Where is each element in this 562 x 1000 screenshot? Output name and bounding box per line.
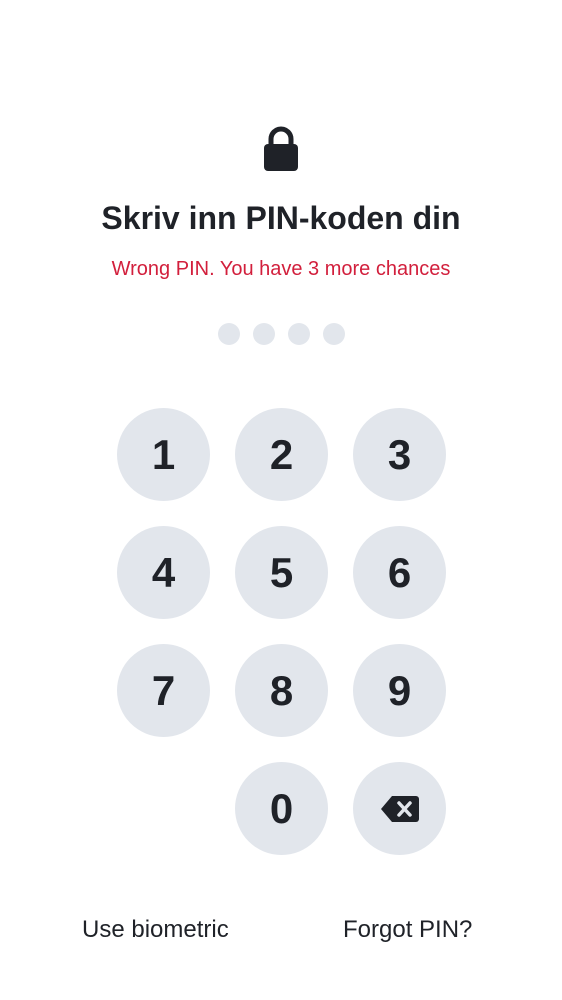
pin-indicator [0, 323, 562, 345]
pin-dot [252, 323, 275, 345]
key-9[interactable]: 9 [353, 644, 446, 737]
key-2[interactable]: 2 [235, 408, 328, 501]
key-5[interactable]: 5 [235, 526, 328, 619]
key-1[interactable]: 1 [117, 408, 210, 501]
key-8[interactable]: 8 [235, 644, 328, 737]
page-title: Skriv inn PIN-koden din [101, 200, 461, 236]
pin-dot [217, 323, 240, 345]
key-7[interactable]: 7 [117, 644, 210, 737]
key-6[interactable]: 6 [353, 526, 446, 619]
pin-dot [287, 323, 310, 345]
backspace-icon [380, 795, 419, 822]
key-4[interactable]: 4 [117, 526, 210, 619]
lock-icon [264, 126, 298, 171]
key-3[interactable]: 3 [353, 408, 446, 501]
use-biometric-link[interactable]: Use biometric [82, 916, 229, 944]
error-message: Wrong PIN. You have 3 more chances [111, 258, 451, 280]
key-0[interactable]: 0 [235, 762, 328, 855]
forgot-pin-link[interactable]: Forgot PIN? [343, 916, 472, 944]
pin-dot [322, 323, 345, 345]
delete-button[interactable] [353, 762, 446, 855]
